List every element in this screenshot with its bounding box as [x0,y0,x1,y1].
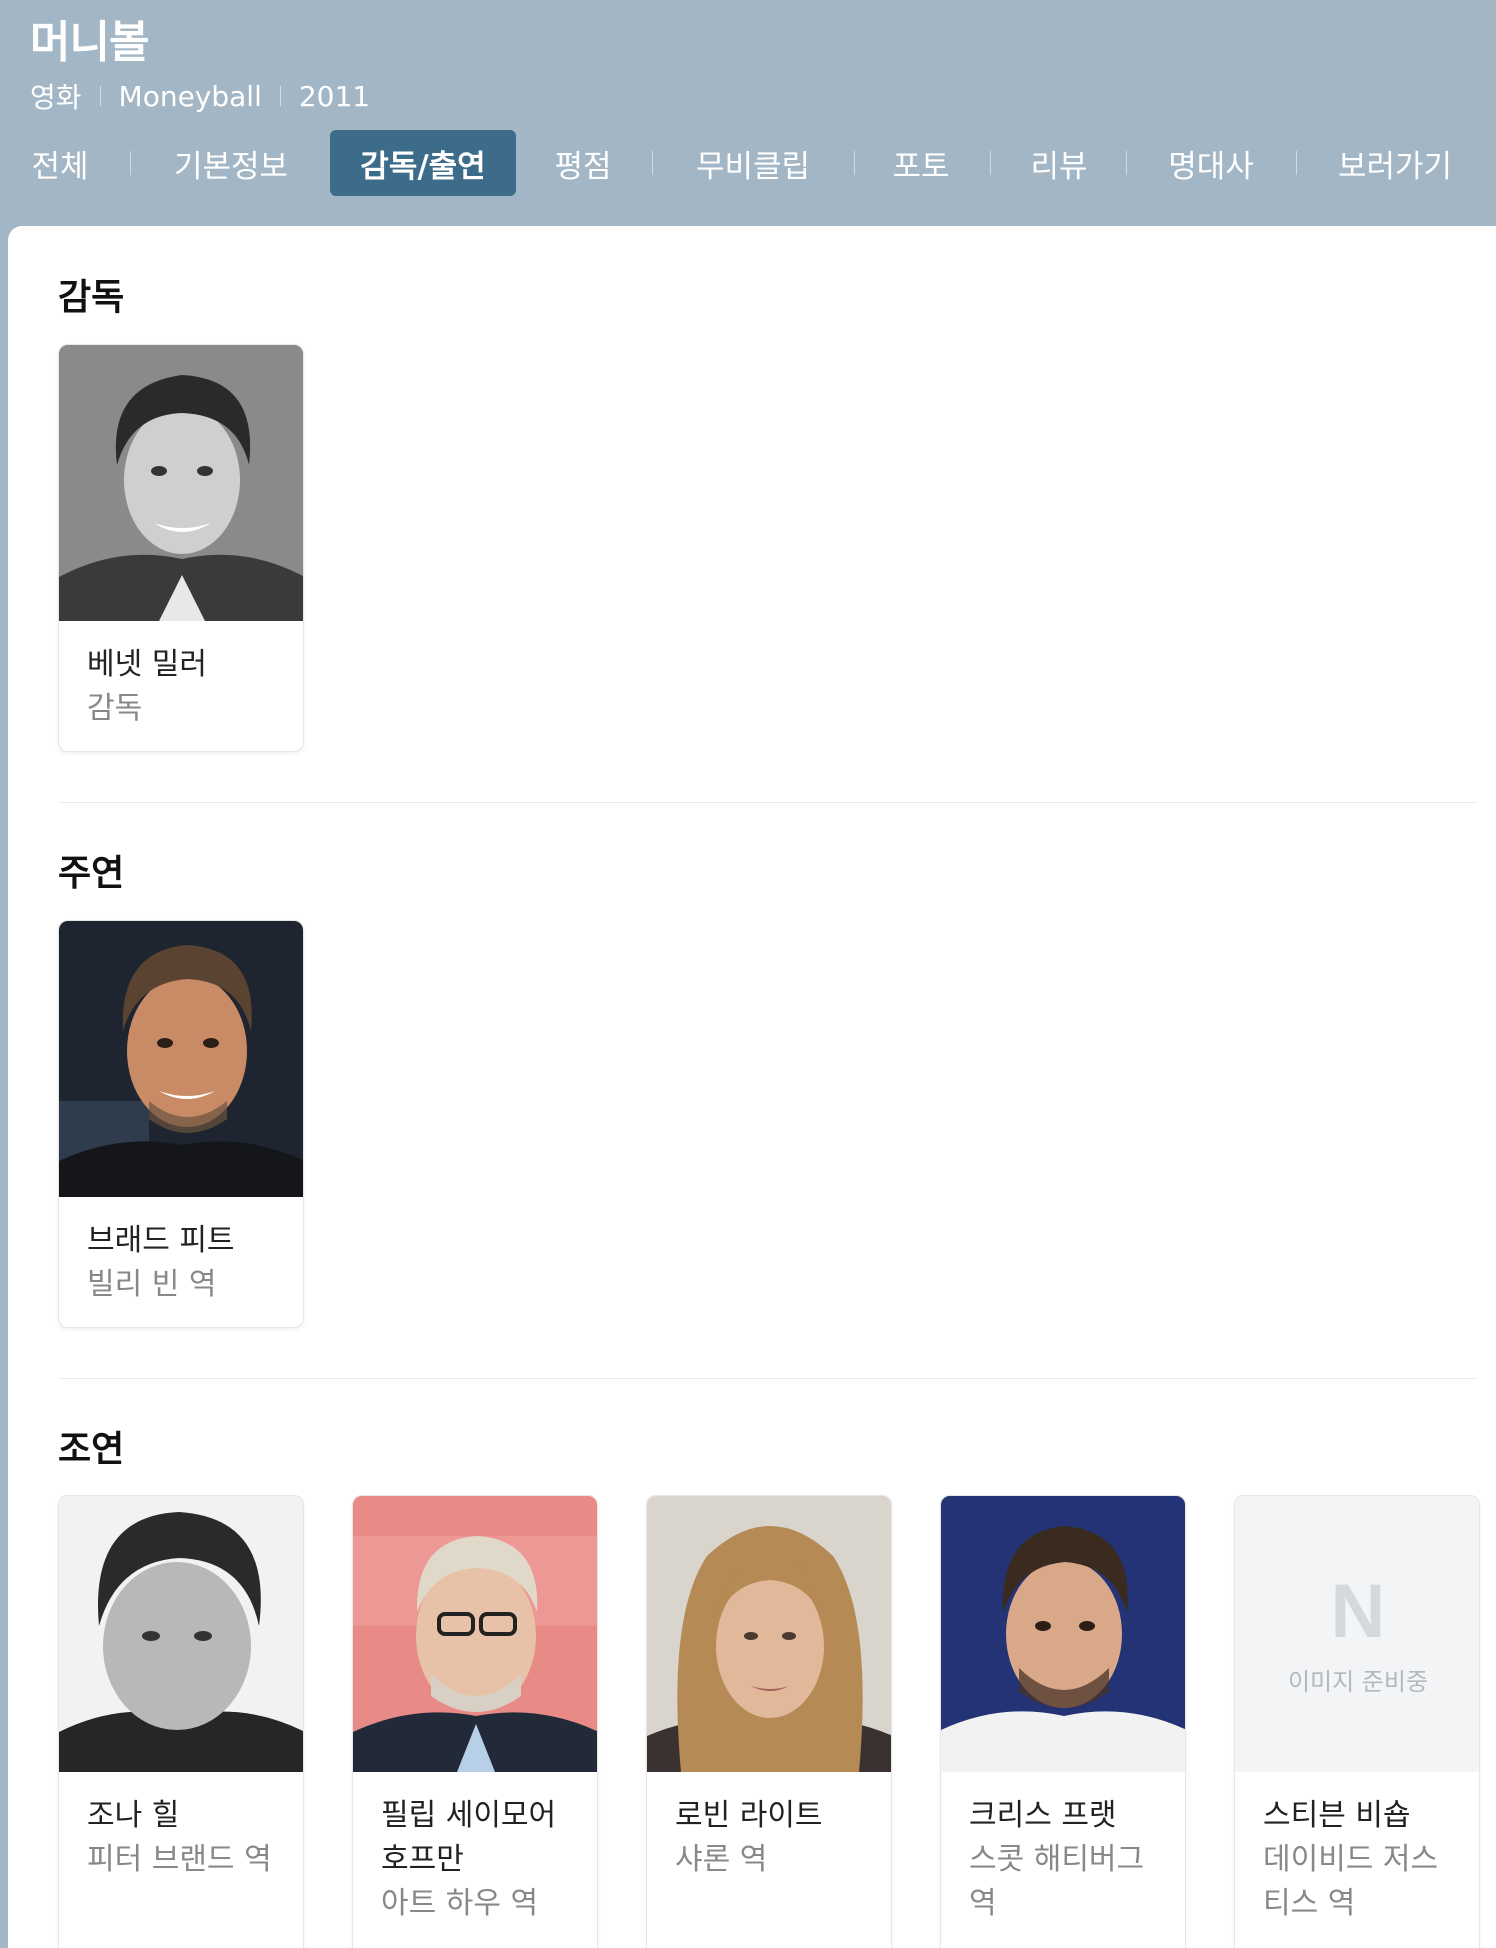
tab-movie-clip[interactable]: 무비클립 [686,130,820,196]
person-card[interactable]: 브래드 피트 빌리 빈 역 [58,920,304,1328]
person-card[interactable]: N 이미지 준비중 스티븐 비숍 데이비드 저스티스 역 [1234,1495,1480,1948]
person-info: 베넷 밀러 감독 [59,621,303,731]
naver-logo-icon: N [1330,1568,1386,1654]
section-title-supporting: 조연 [58,1429,125,1470]
tab-basic-info[interactable]: 기본정보 [164,130,298,196]
person-photo [59,345,303,621]
person-name[interactable]: 필립 세이모어 호프만 [381,1794,581,1882]
meta-divider [279,86,281,106]
person-name[interactable]: 스티븐 비숍 [1263,1794,1463,1838]
person-info: 조나 힐 피터 브랜드 역 [59,1772,303,1882]
tab-review[interactable]: 리뷰 [1024,130,1094,196]
movie-title[interactable]: 머니볼 [30,6,149,70]
tab-photo[interactable]: 포토 [886,130,956,196]
tab-divider [854,151,855,175]
person-role: 데이비드 저스티스 역 [1263,1842,1439,1921]
person-card[interactable]: 베넷 밀러 감독 [58,344,304,752]
meta-original-title: Moneyball [118,79,262,113]
tab-divider [130,151,131,175]
person-info: 필립 세이모어 호프만 아트 하우 역 [353,1772,597,1926]
section-title-lead: 주연 [58,853,125,894]
person-photo [59,921,303,1197]
placeholder-text: 이미지 준비중 [1287,1667,1429,1696]
person-name[interactable]: 베넷 밀러 [87,643,287,687]
person-photo [353,1496,597,1772]
section-title-director: 감독 [58,277,125,318]
person-photo [647,1496,891,1772]
person-role: 피터 브랜드 역 [87,1842,272,1877]
page-header: 머니볼 영화 Moneyball 2011 전체 기본정보 감독/출연 평점 무… [0,0,1496,228]
person-card[interactable]: 로빈 라이트 샤론 역 [646,1495,892,1948]
person-info: 크리스 프랫 스콧 해티버그 역 [941,1772,1185,1926]
tab-divider [990,151,991,175]
tab-divider [1296,151,1297,175]
person-info: 브래드 피트 빌리 빈 역 [59,1197,303,1307]
tab-famous-lines[interactable]: 명대사 [1160,130,1262,196]
person-role: 빌리 빈 역 [87,1267,217,1302]
tab-divider [1126,151,1127,175]
person-name[interactable]: 크리스 프랫 [969,1794,1169,1838]
person-role: 샤론 역 [675,1842,768,1877]
person-role: 스콧 해티버그 역 [969,1842,1145,1921]
person-card[interactable]: 필립 세이모어 호프만 아트 하우 역 [352,1495,598,1948]
person-info: 스티븐 비숍 데이비드 저스티스 역 [1235,1772,1479,1926]
tab-bar: 전체 기본정보 감독/출연 평점 무비클립 포토 리뷰 명대사 보러가기 [0,128,1496,198]
person-card[interactable]: 조나 힐 피터 브랜드 역 [58,1495,304,1948]
person-role: 아트 하우 역 [381,1886,539,1921]
person-role: 감독 [87,691,143,726]
person-name[interactable]: 조나 힐 [87,1794,287,1838]
movie-meta: 영화 Moneyball 2011 [30,78,371,115]
person-photo [941,1496,1185,1772]
meta-divider [99,86,101,106]
tab-cast-crew[interactable]: 감독/출연 [330,130,516,196]
tab-divider [652,151,653,175]
tab-all[interactable]: 전체 [24,130,96,196]
meta-genre: 영화 [30,81,82,114]
person-photo [59,1496,303,1772]
person-info: 로빈 라이트 샤론 역 [647,1772,891,1882]
image-placeholder: N 이미지 준비중 [1235,1496,1479,1772]
meta-year: 2011 [298,79,371,113]
tab-where-to-watch[interactable]: 보러가기 [1328,130,1462,196]
section-divider [58,802,1478,803]
section-divider [58,1378,1478,1379]
tab-rating[interactable]: 평점 [548,130,618,196]
person-card[interactable]: 크리스 프랫 스콧 해티버그 역 [940,1495,1186,1948]
person-name[interactable]: 브래드 피트 [87,1219,287,1263]
person-name[interactable]: 로빈 라이트 [675,1794,875,1838]
